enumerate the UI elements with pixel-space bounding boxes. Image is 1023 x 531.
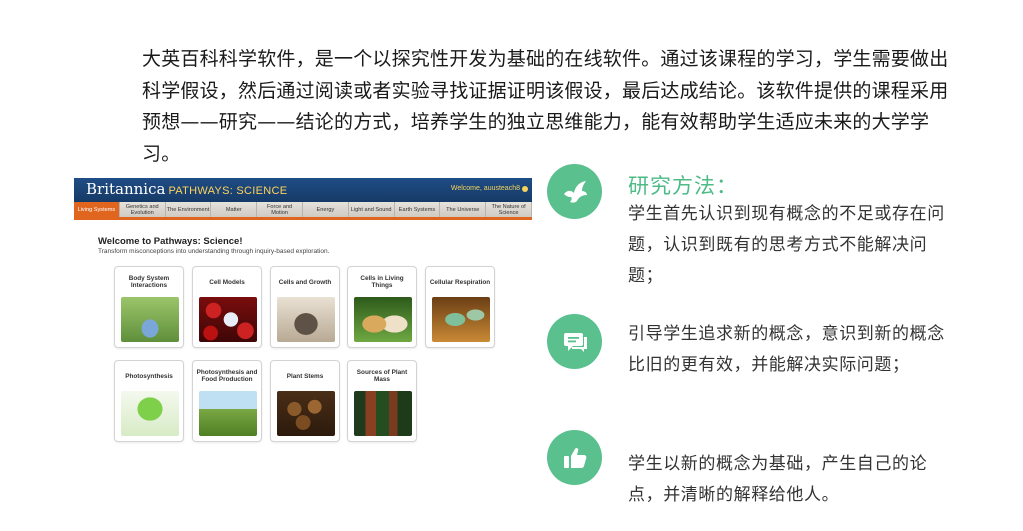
course-card[interactable]: Sources of Plant Mass xyxy=(347,360,417,442)
course-card[interactable]: Photosynthesis and Food Production xyxy=(192,360,262,442)
course-card[interactable]: Body System Interactions xyxy=(114,266,184,348)
method-title: 研究方法： xyxy=(628,174,738,198)
course-card-title: Photosynthesis and Food Production xyxy=(196,369,258,383)
course-card-image xyxy=(199,297,257,342)
course-card-title: Cells and Growth xyxy=(278,278,332,286)
course-card-title: Cells in Living Things xyxy=(360,275,404,289)
intro-paragraph: 大英百科科学软件，是一个以探究性开发为基础的在线软件。通过该课程的学习，学生需要… xyxy=(142,48,949,165)
topic-tabs: Living Systems Genetics and Evolution Th… xyxy=(74,202,532,220)
course-card-image xyxy=(432,297,490,342)
product-name: PATHWAYS: SCIENCE xyxy=(168,185,288,197)
brand-logo: Britannica PATHWAYS: SCIENCE xyxy=(86,180,287,198)
gear-icon[interactable] xyxy=(522,185,528,192)
tab-environment[interactable]: The Environment xyxy=(165,202,212,217)
welcome-title: Welcome to Pathways: Science! xyxy=(98,236,243,247)
course-card-image xyxy=(277,391,335,436)
course-card[interactable]: Cellular Respiration xyxy=(425,266,495,348)
tab-universe[interactable]: The Universe xyxy=(440,202,487,217)
user-welcome[interactable]: Welcome, auusteach8 xyxy=(451,185,528,192)
thumbs-up-icon xyxy=(547,430,602,485)
britannica-logo: Britannica xyxy=(86,180,166,198)
tab-light-sound[interactable]: Light and Sound xyxy=(348,202,395,217)
course-card[interactable]: Cell Models xyxy=(192,266,262,348)
tab-nature-of-science[interactable]: The Nature of Science xyxy=(486,202,532,217)
course-card-title: Cell Models xyxy=(209,278,245,286)
method-item-3: 学生以新的概念为基础，产生自己的论点，并清晰的解释给他人。 xyxy=(628,454,928,505)
course-card-image xyxy=(277,297,335,342)
course-card-image xyxy=(354,391,412,436)
tab-force-motion[interactable]: Force and Motion xyxy=(257,202,303,217)
course-card-title: Body System Interactions xyxy=(128,275,170,289)
tab-energy[interactable]: Energy xyxy=(302,202,349,217)
course-card-title: Plant Stems xyxy=(286,372,324,380)
bird-icon xyxy=(547,164,602,219)
course-card[interactable]: Photosynthesis xyxy=(114,360,184,442)
pathways-science-screenshot: Britannica PATHWAYS: SCIENCE Welcome, au… xyxy=(74,178,532,448)
user-welcome-label: Welcome, auusteach8 xyxy=(450,185,520,192)
course-card-title: Photosynthesis xyxy=(125,372,173,380)
course-card-image xyxy=(199,391,257,436)
method-item-2: 引导学生追求新的概念，意识到新的概念比旧的更有效，并能解决实际问题； xyxy=(628,324,945,375)
tab-living-systems[interactable]: Living Systems xyxy=(74,202,120,217)
tab-matter[interactable]: Matter xyxy=(211,202,258,217)
welcome-subtitle: Transform misconceptions into understand… xyxy=(98,248,330,255)
course-card[interactable]: Cells in Living Things xyxy=(347,266,417,348)
chat-icon xyxy=(547,314,602,369)
course-card-image xyxy=(121,297,179,342)
tab-earth-systems[interactable]: Earth Systems xyxy=(394,202,441,217)
course-card-image xyxy=(121,391,179,436)
tab-genetics-evolution[interactable]: Genetics and Evolution xyxy=(119,202,166,217)
method-item-1: 学生首先认识到现有概念的不足或存在问题，认识到既有的思考方式不能解决问题； xyxy=(628,204,945,286)
app-header: Britannica PATHWAYS: SCIENCE Welcome, au… xyxy=(74,178,532,202)
course-card-title: Sources of Plant Mass xyxy=(356,369,408,383)
course-card-image xyxy=(354,297,412,342)
course-card-title: Cellular Respiration xyxy=(429,278,491,286)
course-card[interactable]: Plant Stems xyxy=(270,360,340,442)
course-card[interactable]: Cells and Growth xyxy=(270,266,340,348)
